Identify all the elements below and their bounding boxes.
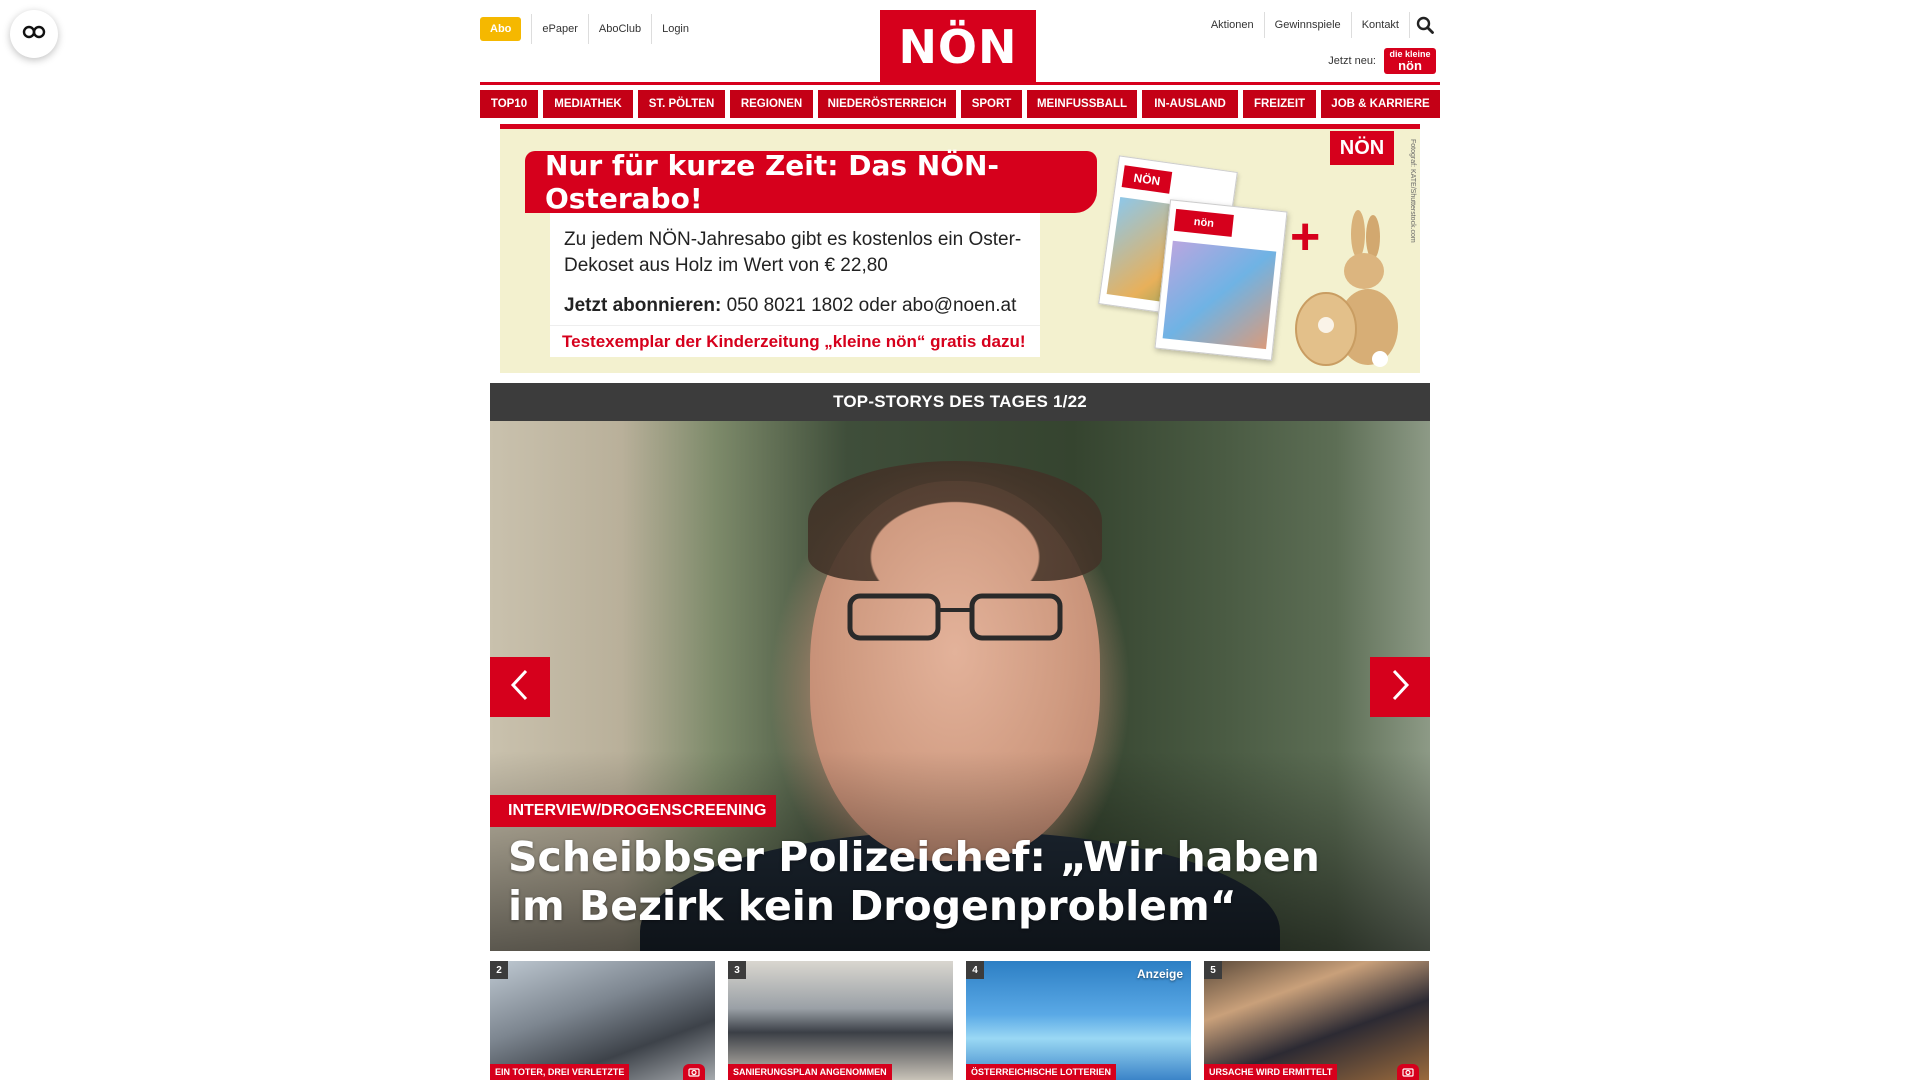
nav-item-top10[interactable]: TOP10: [480, 90, 538, 118]
thumbnail-category: SANIERUNGSPLAN ANGENOMMEN: [728, 1064, 892, 1080]
nav-item-freizeit[interactable]: FREIZEIT: [1243, 90, 1316, 118]
nav-item-niederoesterreich[interactable]: NIEDERÖSTERREICH: [818, 90, 956, 118]
header-divider: [480, 82, 1440, 85]
story-photo-hair: [808, 461, 1102, 581]
slider-prev-button[interactable]: [490, 657, 550, 717]
accessibility-button[interactable]: [10, 10, 58, 58]
ad-body-text: Zu jedem NÖN-Jahresabo gibt es kostenlos…: [564, 229, 1022, 276]
camera-icon: [683, 1064, 705, 1080]
thumbnail-number: 4: [966, 961, 984, 979]
nav-item-st-poelten[interactable]: ST. PÖLTEN: [638, 90, 725, 118]
nav-item-meinfussball[interactable]: MEINFUSSBALL: [1027, 90, 1137, 118]
thumbnail-category: EIN TOTER, DREI VERLETZTE: [490, 1064, 630, 1080]
header-right-links: Aktionen Gewinnspiele Kontakt: [1201, 12, 1440, 38]
main-nav: TOP10 MEDIATHEK ST. PÖLTEN REGIONEN NIED…: [480, 90, 1440, 118]
nav-item-job-karriere[interactable]: JOB & KARRIERE: [1321, 90, 1440, 118]
story-thumbnails: 2 EIN TOTER, DREI VERLETZTE 3 SANIERUNGS…: [490, 961, 1430, 1080]
aboclub-link[interactable]: AboClub: [587, 14, 651, 44]
ad-photo-credit: Fotograf: KATE/Shutterstock.com: [1409, 139, 1416, 243]
chevron-left-icon: [508, 668, 532, 707]
story-thumbnail-5[interactable]: 5 URSACHE WIRD ERMITTELT: [1204, 961, 1429, 1080]
ad-cta-label: Jetzt abonnieren:: [564, 295, 722, 316]
aktionen-link[interactable]: Aktionen: [1201, 12, 1265, 38]
story-category-tag[interactable]: INTERVIEW/DROGENSCREENING: [490, 795, 777, 827]
nav-item-sport[interactable]: SPORT: [961, 90, 1022, 118]
story-headline[interactable]: Scheibbser Polizeichef: „Wir haben im Be…: [508, 833, 1368, 931]
gewinnspiele-link[interactable]: Gewinnspiele: [1265, 12, 1352, 38]
ad-body: Zu jedem NÖN-Jahresabo gibt es kostenlos…: [550, 213, 1040, 329]
ad-title: Nur für kurze Zeit: Das NÖN-Osterabo!: [525, 149, 1097, 215]
jetzt-neu-label: Jetzt neu:: [1328, 55, 1376, 67]
thumbnail-number: 2: [490, 961, 508, 979]
thumbnail-category: ÖSTERREICHISCHE LOTTERIEN: [966, 1064, 1117, 1080]
sponsored-label: Anzeige: [1136, 967, 1183, 981]
search-icon[interactable]: [1410, 12, 1440, 38]
header-left-links: Abo ePaper AboClub Login: [480, 14, 699, 44]
camera-icon: [1397, 1064, 1419, 1080]
ad-cta: Jetzt abonnieren: 050 8021 1802 oder abo…: [564, 293, 1026, 319]
nav-item-in-ausland[interactable]: IN-AUSLAND: [1142, 90, 1238, 118]
ad-cta-contact: 050 8021 1802 oder abo@noen.at: [721, 295, 1017, 316]
newspaper-kleine-noen-image: nön: [1154, 199, 1288, 361]
thumbnail-number: 5: [1204, 961, 1222, 979]
kleine-badge-line2: nön: [1398, 58, 1422, 73]
story-thumbnail-2[interactable]: 2 EIN TOTER, DREI VERLETZTE: [490, 961, 715, 1080]
story-photo-glasses: [847, 593, 1063, 641]
top-stories-heading: TOP-STORYS DES TAGES 1/22: [490, 383, 1430, 421]
ad-kleine-noen-offer: Testexemplar der Kinderzeitung „kleine n…: [550, 325, 1040, 357]
nav-item-regionen[interactable]: REGIONEN: [730, 90, 813, 118]
newspaper-image: NÖN nön: [1098, 155, 1288, 361]
site-logo[interactable]: NÖN: [880, 10, 1036, 84]
paper-masthead: NÖN: [1121, 165, 1173, 194]
thumbnail-category: URSACHE WIRD ERMITTELT: [1204, 1064, 1338, 1080]
page: Abo ePaper AboClub Login NÖN Aktionen Ge…: [0, 0, 1920, 1080]
slider-next-button[interactable]: [1370, 657, 1430, 717]
story-thumbnail-3[interactable]: 3 SANIERUNGSPLAN ANGENOMMEN: [728, 961, 953, 1080]
login-link[interactable]: Login: [651, 14, 699, 44]
epaper-link[interactable]: ePaper: [531, 14, 587, 44]
jetzt-neu: Jetzt neu: die kleine nön: [1328, 48, 1436, 74]
chevron-right-icon: [1388, 668, 1412, 707]
story-thumbnail-4[interactable]: 4 Anzeige ÖSTERREICHISCHE LOTTERIEN: [966, 961, 1191, 1080]
easter-bunny-image: [1295, 210, 1398, 367]
accessibility-icon: [22, 25, 46, 44]
nav-item-mediathek[interactable]: MEDIATHEK: [543, 90, 633, 118]
abo-button[interactable]: Abo: [480, 17, 522, 41]
osterabo-ad-banner[interactable]: Nur für kurze Zeit: Das NÖN-Osterabo! Zu…: [500, 129, 1420, 373]
kleine-noen-badge[interactable]: die kleine nön: [1384, 48, 1436, 74]
paper-masthead-kleine: nön: [1173, 208, 1234, 237]
kontakt-link[interactable]: Kontakt: [1352, 12, 1410, 38]
top-story-slide[interactable]: INTERVIEW/DROGENSCREENING Scheibbser Pol…: [490, 421, 1430, 951]
thumbnail-number: 3: [728, 961, 746, 979]
ad-noen-logo: NÖN: [1330, 131, 1394, 165]
